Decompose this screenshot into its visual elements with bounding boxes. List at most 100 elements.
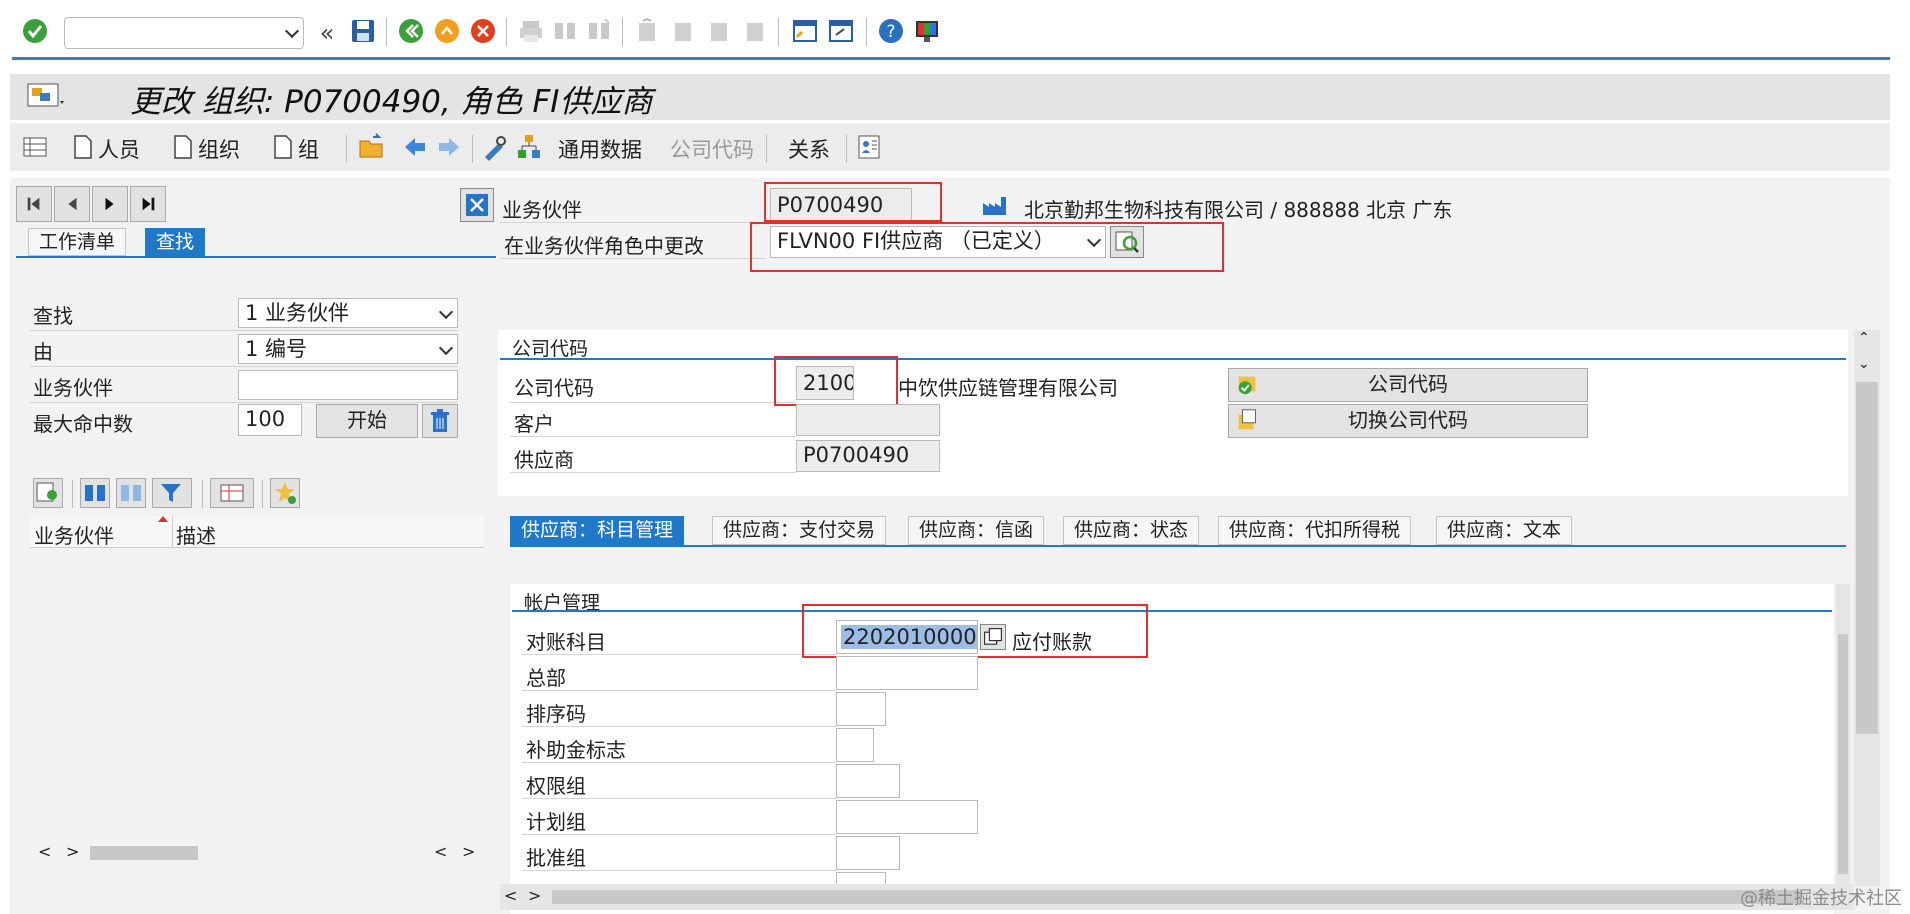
vendor-label: 供应商 [514, 448, 574, 472]
general-data-button[interactable]: 通用数据 [558, 134, 642, 164]
hierarchy-icon[interactable] [514, 132, 544, 162]
customize-layout-icon[interactable] [912, 16, 942, 46]
plan-group-field[interactable] [836, 800, 978, 834]
bp-search-input[interactable] [238, 370, 458, 400]
print-icon[interactable] [516, 16, 546, 46]
hscroll-left-icon[interactable]: < [504, 886, 517, 905]
customer-field[interactable] [796, 404, 940, 436]
settings-person-icon[interactable] [854, 132, 884, 162]
last-page-icon[interactable] [740, 16, 770, 46]
company-code-section-title: 公司代码 [512, 338, 589, 360]
favorites-add-icon[interactable] [270, 478, 300, 508]
person-doc-icon[interactable] [68, 132, 98, 162]
binoculars-icon[interactable] [80, 478, 110, 508]
trash-icon[interactable] [422, 404, 458, 438]
bp-name: 北京勤邦生物科技有限公司 / 888888 北京 广东 [1024, 198, 1453, 222]
start-button[interactable]: 开始 [316, 404, 418, 438]
scroll-left-icon[interactable]: < [38, 842, 51, 861]
scroll-up-icon[interactable]: ⌃ [1858, 330, 1870, 346]
next-icon[interactable] [92, 186, 128, 222]
previous-page-icon[interactable] [668, 16, 698, 46]
watermark: @稀土掘金技术社区 [1740, 888, 1902, 909]
find-icon[interactable] [550, 16, 580, 46]
detail-vscroll-thumb[interactable] [1856, 382, 1878, 734]
page-title: 更改 组织: P0700490, 角色 FI供应商 [130, 84, 653, 120]
highlight-cc [774, 356, 898, 406]
by-select[interactable]: 1 编号 [238, 334, 458, 364]
exit-icon[interactable] [432, 16, 462, 46]
shortcut-icon[interactable] [826, 16, 856, 46]
approval-group-label: 批准组 [526, 846, 586, 870]
save-icon[interactable] [348, 16, 378, 46]
scroll-down-icon[interactable]: ⌄ [1858, 356, 1870, 372]
organization-button[interactable]: 组织 [198, 134, 240, 164]
first-icon[interactable] [16, 186, 52, 222]
menu-icon[interactable] [24, 80, 68, 110]
col-desc-header[interactable]: 描述 [176, 520, 216, 549]
organization-building-icon [980, 190, 1010, 220]
role-label: 在业务伙伴角色中更改 [504, 234, 704, 258]
filter-icon[interactable] [152, 478, 192, 508]
tab-payment-transactions[interactable]: 供应商：支付交易 [712, 516, 887, 545]
help-icon[interactable]: ? [876, 16, 906, 46]
arrow-left-icon[interactable] [400, 132, 430, 162]
cancel-icon[interactable] [468, 16, 498, 46]
find-select[interactable]: 1 业务伙伴 [238, 298, 458, 328]
details-icon[interactable] [33, 478, 63, 508]
scroll-right-icon[interactable]: > [66, 842, 79, 861]
tab-withholding-tax[interactable]: 供应商：代扣所得税 [1218, 516, 1412, 545]
back-icon[interactable] [396, 16, 426, 46]
tab-text[interactable]: 供应商：文本 [1436, 516, 1573, 545]
layout-icon[interactable] [210, 478, 254, 508]
last-icon[interactable] [130, 186, 166, 222]
find-more-icon[interactable] [116, 478, 146, 508]
switch-cc-icon [1235, 407, 1261, 441]
enter-check-icon[interactable] [20, 16, 50, 46]
vendor-field[interactable]: P0700490 [796, 440, 940, 472]
recon-label: 对账科目 [526, 630, 606, 654]
subsidy-field[interactable] [836, 728, 874, 762]
company-code-button[interactable]: 公司代码 [1228, 368, 1588, 402]
auth-group-label: 权限组 [526, 774, 586, 798]
next-page-icon[interactable] [704, 16, 734, 46]
previous-icon[interactable] [54, 186, 90, 222]
list-toggle-icon[interactable] [20, 132, 50, 162]
arrow-right-icon[interactable] [434, 132, 464, 162]
double-chevron-left-icon[interactable]: « [312, 18, 342, 48]
group-doc-icon[interactable] [268, 132, 298, 162]
highlight-recon [802, 604, 1148, 658]
tab-status[interactable]: 供应商：状态 [1063, 516, 1200, 545]
tab-underline [16, 256, 496, 258]
highlight-role [750, 222, 1224, 272]
tab-find[interactable]: 查找 [145, 228, 206, 256]
company-code-button-disabled[interactable]: 公司代码 [670, 134, 754, 164]
tab-correspondence[interactable]: 供应商：信函 [908, 516, 1045, 545]
person-button[interactable]: 人员 [98, 134, 140, 164]
sort-key-field[interactable] [836, 692, 886, 726]
first-page-icon[interactable] [632, 16, 662, 46]
hq-field[interactable] [836, 656, 978, 690]
max-hits-input[interactable]: 100 [238, 404, 302, 436]
auth-group-field[interactable] [836, 764, 900, 798]
organization-doc-icon[interactable] [168, 132, 198, 162]
plan-group-label: 计划组 [526, 810, 586, 834]
edit-tool-icon[interactable] [480, 132, 510, 162]
find-next-icon[interactable] [584, 16, 614, 46]
detail-hscroll[interactable]: < > [500, 884, 1854, 910]
customer-label: 客户 [514, 412, 554, 436]
relations-button[interactable]: 关系 [788, 134, 830, 164]
account-management-section [510, 584, 1834, 914]
results-hscroll[interactable]: < > < > [30, 838, 484, 868]
command-field[interactable] [64, 17, 304, 49]
tab-worklist[interactable]: 工作清单 [28, 228, 127, 256]
close-panel-icon[interactable] [460, 188, 494, 222]
open-folder-icon[interactable] [356, 132, 386, 162]
tab-account-management[interactable]: 供应商：科目管理 [510, 516, 685, 545]
group-button[interactable]: 组 [298, 134, 319, 164]
approval-group-field[interactable] [836, 836, 900, 870]
new-session-icon[interactable] [790, 16, 820, 46]
switch-company-code-button[interactable]: 切换公司代码 [1228, 404, 1588, 438]
hscroll-right-icon[interactable]: > [528, 886, 541, 905]
hq-label: 总部 [526, 666, 566, 690]
col-bp-header[interactable]: 业务伙伴 [34, 520, 114, 549]
